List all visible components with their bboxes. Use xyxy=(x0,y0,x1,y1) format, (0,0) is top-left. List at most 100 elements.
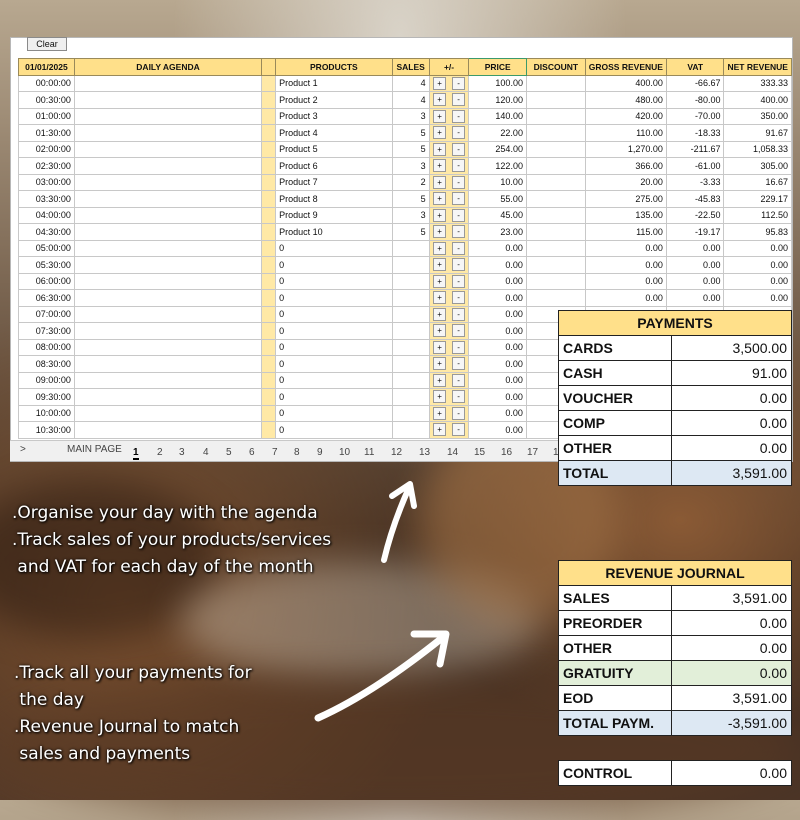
product-cell[interactable]: Product 1 xyxy=(275,74,393,92)
price-cell[interactable]: 22.00 xyxy=(468,124,527,142)
decrement-button[interactable]: - xyxy=(452,76,466,90)
sales-cell[interactable]: 3 xyxy=(391,206,430,224)
sales-cell[interactable]: 5 xyxy=(391,223,430,241)
sheet-tab[interactable]: 8 xyxy=(294,447,300,458)
decrement-button[interactable]: - xyxy=(452,357,466,371)
discount-cell[interactable] xyxy=(525,173,586,191)
sheet-tab[interactable]: 2 xyxy=(157,447,163,458)
sales-cell[interactable] xyxy=(391,305,430,323)
agenda-cell[interactable] xyxy=(73,140,263,158)
agenda-cell[interactable] xyxy=(73,239,263,257)
sales-cell[interactable] xyxy=(391,322,430,340)
price-cell[interactable]: 0.00 xyxy=(468,388,527,406)
product-cell[interactable]: 0 xyxy=(275,371,393,389)
decrement-button[interactable]: - xyxy=(452,373,466,387)
decrement-button[interactable]: - xyxy=(452,406,466,420)
decrement-button[interactable]: - xyxy=(452,175,466,189)
increment-button[interactable]: + xyxy=(433,390,447,404)
sales-cell[interactable]: 5 xyxy=(391,140,430,158)
discount-cell[interactable] xyxy=(525,289,586,307)
sheet-tab[interactable]: 15 xyxy=(474,447,485,458)
discount-cell[interactable] xyxy=(525,107,586,125)
increment-button[interactable]: + xyxy=(433,258,447,272)
decrement-button[interactable]: - xyxy=(452,340,466,354)
sales-cell[interactable] xyxy=(391,371,430,389)
sales-cell[interactable]: 4 xyxy=(391,74,430,92)
price-cell[interactable]: 140.00 xyxy=(468,107,527,125)
tab-main-page[interactable]: MAIN PAGE xyxy=(67,444,122,455)
sales-cell[interactable] xyxy=(391,404,430,422)
decrement-button[interactable]: - xyxy=(452,159,466,173)
journal-value[interactable]: 0.00 xyxy=(672,611,791,635)
discount-cell[interactable] xyxy=(525,239,586,257)
price-cell[interactable]: 0.00 xyxy=(468,305,527,323)
price-cell[interactable]: 254.00 xyxy=(468,140,527,158)
sheet-tab[interactable]: 1 xyxy=(553,447,559,458)
agenda-cell[interactable] xyxy=(73,206,263,224)
price-cell[interactable]: 0.00 xyxy=(468,322,527,340)
increment-button[interactable]: + xyxy=(433,225,447,239)
product-cell[interactable]: 0 xyxy=(275,239,393,257)
tab-scroll-right-icon[interactable]: > xyxy=(20,444,26,455)
discount-cell[interactable] xyxy=(525,74,586,92)
increment-button[interactable]: + xyxy=(433,241,447,255)
increment-button[interactable]: + xyxy=(433,373,447,387)
discount-cell[interactable] xyxy=(525,190,586,208)
payment-value[interactable]: 0.00 xyxy=(672,386,791,410)
decrement-button[interactable]: - xyxy=(452,142,466,156)
increment-button[interactable]: + xyxy=(433,208,447,222)
gratuity-value[interactable]: 0.00 xyxy=(672,661,791,685)
product-cell[interactable]: Product 2 xyxy=(275,91,393,109)
increment-button[interactable]: + xyxy=(433,357,447,371)
discount-cell[interactable] xyxy=(525,206,586,224)
price-cell[interactable]: 45.00 xyxy=(468,206,527,224)
increment-button[interactable]: + xyxy=(433,423,447,437)
agenda-cell[interactable] xyxy=(73,404,263,422)
agenda-cell[interactable] xyxy=(73,305,263,323)
sheet-tab[interactable]: 13 xyxy=(419,447,430,458)
sheet-tab[interactable]: 9 xyxy=(317,447,323,458)
increment-button[interactable]: + xyxy=(433,175,447,189)
agenda-cell[interactable] xyxy=(73,355,263,373)
agenda-cell[interactable] xyxy=(73,256,263,274)
sales-cell[interactable]: 3 xyxy=(391,157,430,175)
price-cell[interactable]: 0.00 xyxy=(468,272,527,290)
product-cell[interactable]: 0 xyxy=(275,421,393,439)
price-cell[interactable]: 0.00 xyxy=(468,338,527,356)
increment-button[interactable]: + xyxy=(433,307,447,321)
price-cell[interactable]: 55.00 xyxy=(468,190,527,208)
product-cell[interactable]: 0 xyxy=(275,289,393,307)
payment-value[interactable]: 91.00 xyxy=(672,361,791,385)
discount-cell[interactable] xyxy=(525,272,586,290)
product-cell[interactable]: Product 9 xyxy=(275,206,393,224)
payment-value[interactable]: 0.00 xyxy=(672,436,791,460)
increment-button[interactable]: + xyxy=(433,142,447,156)
discount-cell[interactable] xyxy=(525,140,586,158)
product-cell[interactable]: Product 7 xyxy=(275,173,393,191)
increment-button[interactable]: + xyxy=(433,406,447,420)
product-cell[interactable]: 0 xyxy=(275,322,393,340)
product-cell[interactable]: 0 xyxy=(275,272,393,290)
price-header[interactable]: PRICE xyxy=(468,58,527,76)
sales-cell[interactable] xyxy=(391,338,430,356)
price-cell[interactable]: 0.00 xyxy=(468,256,527,274)
agenda-cell[interactable] xyxy=(73,289,263,307)
sales-cell[interactable] xyxy=(391,289,430,307)
sheet-tab[interactable]: 6 xyxy=(249,447,255,458)
sales-cell[interactable]: 5 xyxy=(391,190,430,208)
payment-value[interactable]: 3,500.00 xyxy=(672,336,791,360)
sales-cell[interactable] xyxy=(391,239,430,257)
sheet-tab[interactable]: 11 xyxy=(364,447,374,458)
sales-cell[interactable]: 2 xyxy=(391,173,430,191)
payment-value[interactable]: 0.00 xyxy=(672,411,791,435)
increment-button[interactable]: + xyxy=(433,126,447,140)
sheet-tab[interactable]: 3 xyxy=(179,447,185,458)
journal-value[interactable]: 3,591.00 xyxy=(672,586,791,610)
discount-cell[interactable] xyxy=(525,91,586,109)
price-cell[interactable]: 0.00 xyxy=(468,355,527,373)
decrement-button[interactable]: - xyxy=(452,258,466,272)
agenda-cell[interactable] xyxy=(73,388,263,406)
price-cell[interactable]: 122.00 xyxy=(468,157,527,175)
agenda-cell[interactable] xyxy=(73,371,263,389)
agenda-cell[interactable] xyxy=(73,421,263,439)
